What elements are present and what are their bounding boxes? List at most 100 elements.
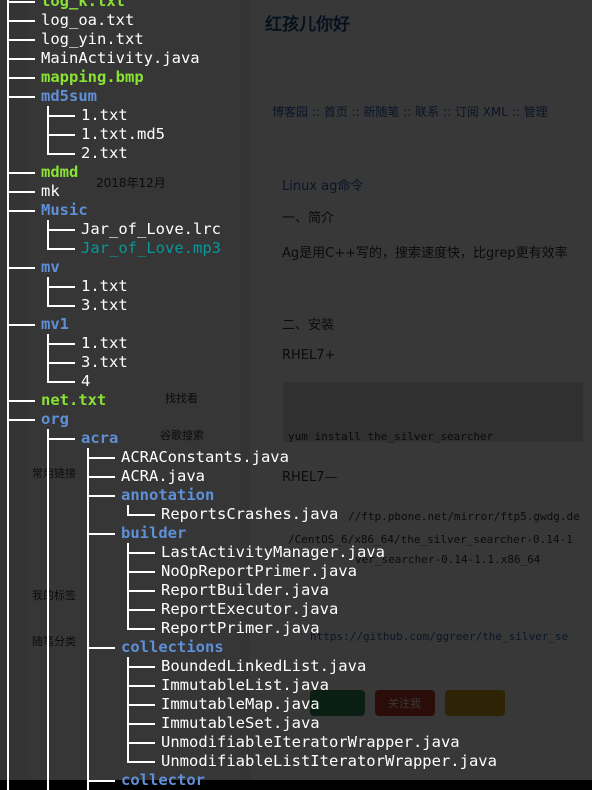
file-name: net.txt	[41, 391, 107, 409]
tree-directory-row: annotation	[0, 486, 592, 505]
file-name: ReportsCrashes.java	[161, 505, 339, 523]
tree-guide-line	[7, 372, 9, 391]
directory-name: mv	[41, 258, 60, 276]
tree-guide-line	[47, 714, 49, 733]
tree-guide-line	[47, 448, 49, 467]
file-name: ReportPrimer.java	[161, 619, 320, 637]
file-name: ACRA.java	[121, 467, 205, 485]
tree-guide-line	[7, 714, 9, 733]
tree-guide-line	[7, 505, 9, 524]
directory-name: acra	[81, 429, 119, 447]
file-name: 1.txt.md5	[81, 125, 165, 143]
tree-directory-row: collections	[0, 638, 592, 657]
tree-guide-line	[47, 486, 49, 505]
tree-guide-line	[7, 353, 9, 372]
tree-guide-line	[7, 657, 9, 676]
tree-file-row: ReportPrimer.java	[0, 619, 592, 638]
tree-file-row: 3.txt	[0, 353, 592, 372]
file-name: mapping.bmp	[41, 68, 144, 86]
tree-guide-line	[7, 448, 9, 467]
directory-name: collections	[121, 638, 224, 656]
tree-guide-line	[7, 144, 9, 163]
terminal-tree-output: log_k.txt log_oa.txt log_yin.txt MainActivi…	[0, 0, 592, 790]
tree-guide-line	[7, 220, 9, 239]
file-name: 1.txt	[81, 334, 128, 352]
file-name: ImmutableMap.java	[161, 695, 320, 713]
directory-name: Music	[41, 201, 88, 219]
tree-guide-line	[87, 543, 89, 562]
tree-guide-line	[7, 239, 9, 258]
tree-guide-line	[87, 695, 89, 714]
tree-file-row: net.txt	[0, 391, 592, 410]
tree-file-row: mapping.bmp	[0, 68, 592, 87]
tree-file-row: log_k.txt	[0, 0, 592, 11]
tree-guide-line	[7, 543, 9, 562]
tree-guide-line	[47, 524, 49, 543]
tree-guide-line	[7, 467, 9, 486]
tree-guide-line	[87, 562, 89, 581]
tree-guide-line	[87, 505, 89, 524]
file-name: ACRAConstants.java	[121, 448, 289, 466]
tree-file-row: 1.txt	[0, 334, 592, 353]
tree-file-row: 2.txt	[0, 144, 592, 163]
tree-guide-line	[7, 277, 9, 296]
file-name: mk	[41, 182, 60, 200]
tree-directory-row: collector	[0, 771, 592, 790]
tree-guide-line	[7, 429, 9, 448]
file-name: log_yin.txt	[41, 30, 144, 48]
tree-guide-line	[87, 581, 89, 600]
tree-directory-row: Music	[0, 201, 592, 220]
tree-guide-line	[47, 695, 49, 714]
file-name: MainActivity.java	[41, 49, 200, 67]
tree-guide-line	[47, 543, 49, 562]
file-name: 2.txt	[81, 144, 128, 162]
directory-name: builder	[121, 524, 187, 542]
tree-file-row: 4	[0, 372, 592, 391]
tree-file-row: log_oa.txt	[0, 11, 592, 30]
tree-guide-line	[47, 752, 49, 771]
tree-file-row: Jar_of_Love.mp3	[0, 239, 592, 258]
tree-guide-line	[7, 106, 9, 125]
tree-guide-line	[47, 638, 49, 657]
file-name: 3.txt	[81, 353, 128, 371]
tree-guide-line	[47, 771, 49, 790]
tree-guide-line	[47, 581, 49, 600]
tree-guide-line	[47, 676, 49, 695]
tree-guide-line	[47, 505, 49, 524]
tree-guide-line	[47, 562, 49, 581]
tree-file-row: 1.txt	[0, 106, 592, 125]
tree-directory-row: md5sum	[0, 87, 592, 106]
tree-guide-line	[7, 600, 9, 619]
file-name: ReportBuilder.java	[161, 581, 329, 599]
directory-name: annotation	[121, 486, 215, 504]
file-name: 1.txt	[81, 106, 128, 124]
tree-file-row: log_yin.txt	[0, 30, 592, 49]
tree-file-row: NoOpReportPrimer.java	[0, 562, 592, 581]
tree-file-row: MainActivity.java	[0, 49, 592, 68]
file-name: log_k.txt	[41, 0, 125, 10]
directory-name: collector	[121, 771, 205, 789]
directory-name: mv1	[41, 315, 69, 333]
tree-file-row: mdmd	[0, 163, 592, 182]
tree-directory-row: org	[0, 410, 592, 429]
file-name: LastActivityManager.java	[161, 543, 385, 561]
tree-file-row: ReportBuilder.java	[0, 581, 592, 600]
tree-guide-line	[7, 581, 9, 600]
file-name: log_oa.txt	[41, 11, 135, 29]
tree-guide-line	[7, 733, 9, 752]
tree-file-row: ImmutableList.java	[0, 676, 592, 695]
tree-guide-line	[7, 334, 9, 353]
file-name: 4	[81, 372, 91, 390]
tree-file-row: 3.txt	[0, 296, 592, 315]
tree-file-row: ImmutableSet.java	[0, 714, 592, 733]
tree-guide-line	[87, 676, 89, 695]
directory-name: md5sum	[41, 87, 97, 105]
tree-guide-line	[87, 733, 89, 752]
file-name: ImmutableList.java	[161, 676, 329, 694]
tree-guide-line	[7, 771, 9, 790]
file-name: ImmutableSet.java	[161, 714, 320, 732]
file-name: NoOpReportPrimer.java	[161, 562, 357, 580]
tree-file-row: ReportExecutor.java	[0, 600, 592, 619]
tree-directory-row: builder	[0, 524, 592, 543]
tree-file-row: 1.txt.md5	[0, 125, 592, 144]
